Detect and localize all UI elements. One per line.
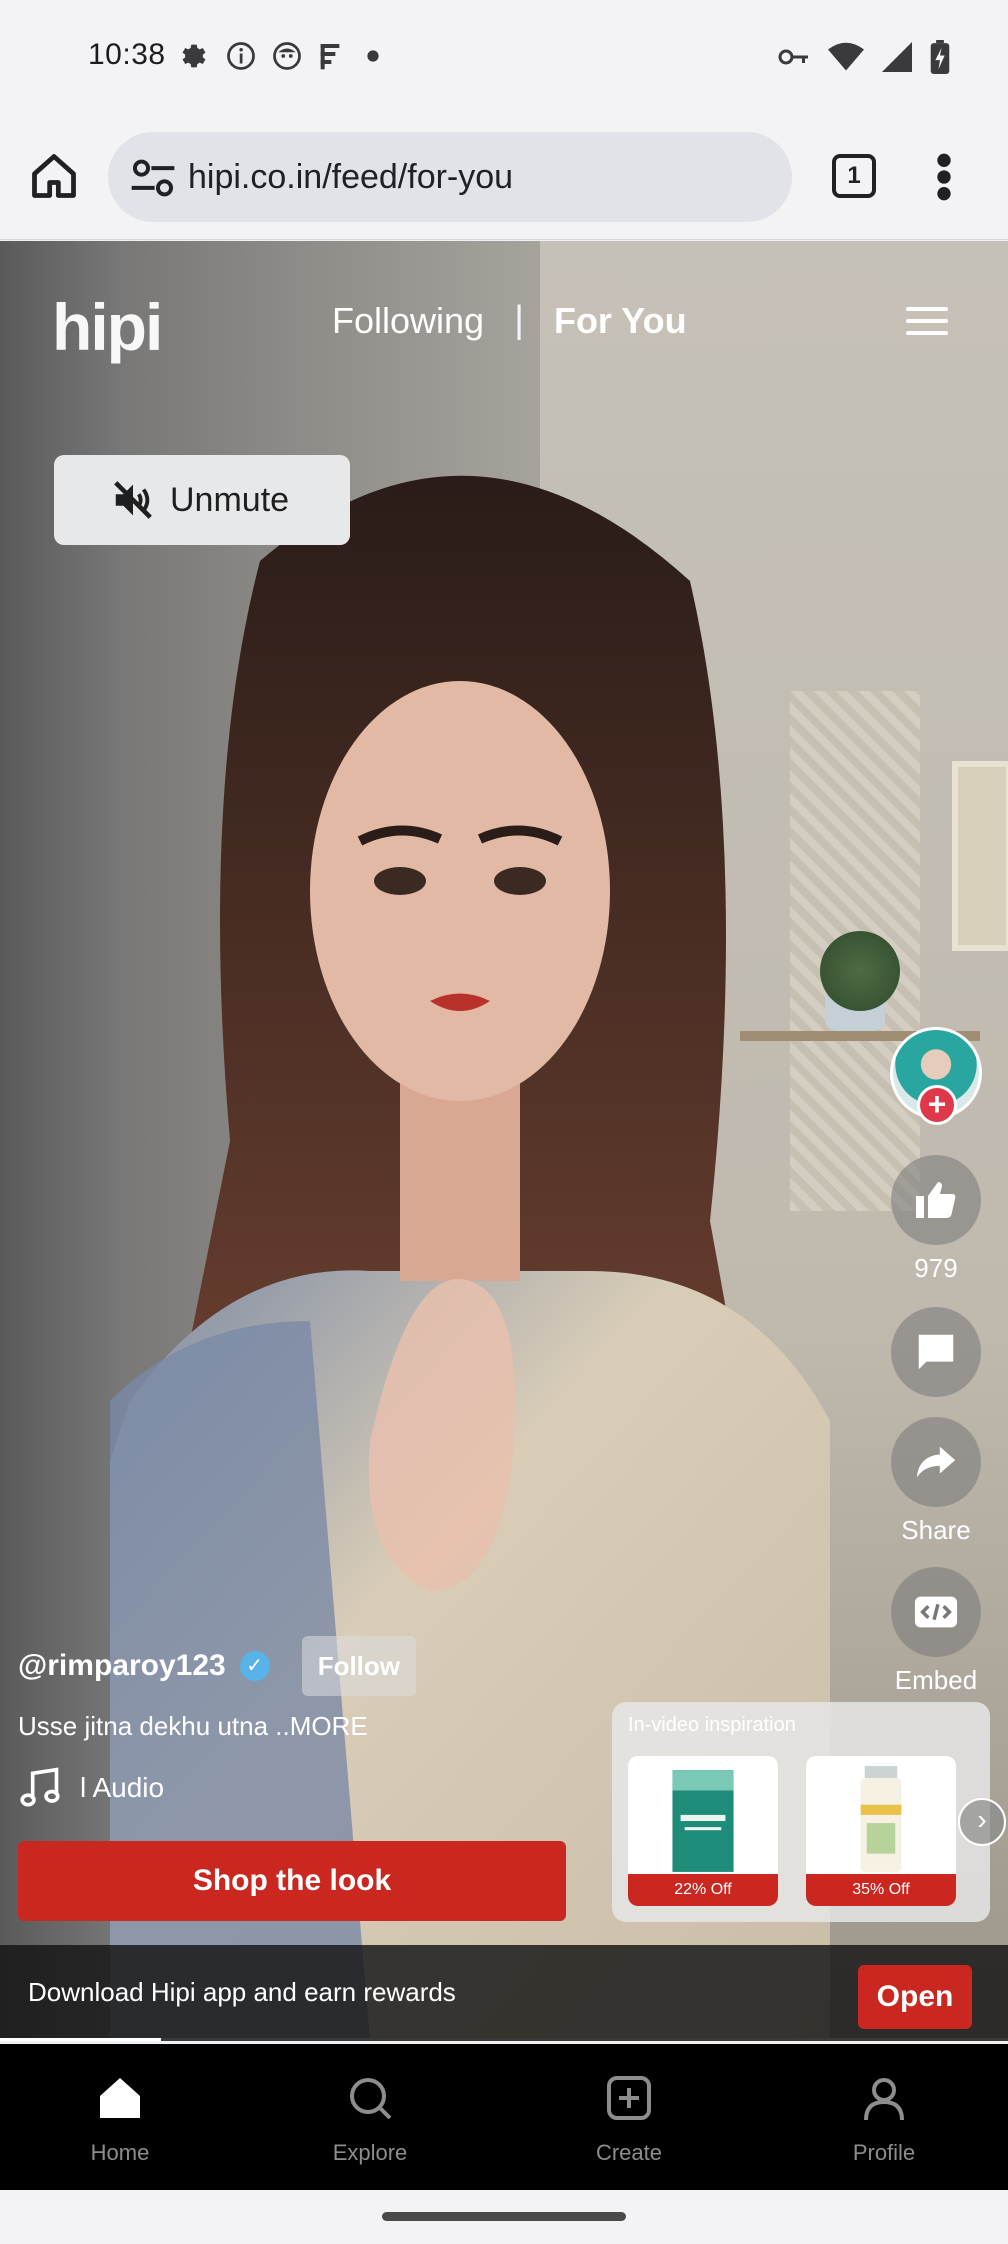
- like-action[interactable]: 979: [888, 1155, 984, 1284]
- thumbs-up-icon: [916, 1182, 956, 1218]
- menu-icon[interactable]: [906, 307, 948, 337]
- status-icons-left: [178, 40, 380, 72]
- battery-icon: [930, 40, 950, 74]
- url-text[interactable]: hipi.co.in/feed/for-you: [188, 158, 513, 197]
- verified-badge-icon: ✓: [239, 1651, 270, 1681]
- product-card[interactable]: 22% Off: [628, 1756, 778, 1906]
- audio-info[interactable]: l Audio: [18, 1766, 164, 1810]
- share-label: Share: [901, 1515, 971, 1545]
- in-video-inspiration-panel: In-video inspiration 22% Off 35% Off ›: [612, 1702, 1006, 1922]
- comment-icon: [918, 1334, 954, 1370]
- nav-profile[interactable]: Profile: [804, 2074, 964, 2166]
- video-plant-decor: [820, 931, 900, 1011]
- comment-action[interactable]: [888, 1307, 984, 1397]
- nav-home[interactable]: Home: [40, 2074, 200, 2166]
- wifi-icon: [828, 42, 864, 71]
- gesture-bar: [0, 2190, 1008, 2244]
- info-icon: [227, 42, 255, 70]
- status-icons-right: [778, 40, 950, 74]
- home-icon: [100, 2078, 140, 2118]
- address-bar[interactable]: hipi.co.in/feed/for-you: [108, 132, 792, 222]
- vpn-key-icon: [778, 49, 808, 65]
- embed-code-icon: [914, 1596, 958, 1628]
- inspiration-title: In-video inspiration: [628, 1714, 796, 1736]
- creator-handle[interactable]: @rimparoy123: [18, 1649, 226, 1683]
- nav-explore-label: Explore: [332, 2140, 408, 2165]
- nav-home-label: Home: [90, 2140, 150, 2165]
- status-time: 10:38: [88, 38, 166, 71]
- signal-bars-icon: [320, 44, 340, 70]
- download-app-banner: Download Hipi app and earn rewards Open: [0, 1945, 1008, 2041]
- like-count: 979: [914, 1253, 958, 1283]
- unmute-button[interactable]: Unmute: [54, 455, 350, 545]
- tab-separator: |: [514, 299, 524, 341]
- banner-text: Download Hipi app and earn rewards: [28, 1977, 456, 2007]
- site-settings-icon[interactable]: [130, 158, 176, 198]
- tab-following[interactable]: Following: [332, 300, 484, 342]
- product-image: [672, 1770, 734, 1872]
- product-card[interactable]: 35% Off: [806, 1756, 956, 1906]
- nav-profile-label: Profile: [852, 2140, 916, 2165]
- creator-info: @rimparoy123 ✓ Follow: [18, 1636, 417, 1696]
- nav-explore[interactable]: Explore: [290, 2074, 450, 2166]
- nav-create[interactable]: Create: [549, 2074, 709, 2166]
- share-button[interactable]: [891, 1417, 981, 1507]
- browser-toolbar: hipi.co.in/feed/for-you 1: [0, 120, 1008, 240]
- dot-icon: [367, 50, 379, 62]
- share-action[interactable]: Share: [888, 1417, 984, 1546]
- settings-icon: [182, 44, 206, 68]
- cellular-icon: [882, 42, 912, 72]
- nav-create-label: Create: [595, 2140, 663, 2165]
- gesture-handle[interactable]: [382, 2212, 626, 2221]
- embed-label: Embed: [894, 1665, 978, 1695]
- smile-icon: [273, 42, 301, 70]
- embed-button[interactable]: [891, 1567, 981, 1657]
- audio-label: l Audio: [80, 1772, 165, 1803]
- unmute-label: Unmute: [170, 480, 290, 519]
- product-image: [860, 1766, 902, 1872]
- comment-button[interactable]: [891, 1307, 981, 1397]
- home-button[interactable]: [28, 150, 80, 202]
- feed-tabs: Following | For You: [332, 299, 687, 342]
- like-button[interactable]: [891, 1155, 981, 1245]
- hipi-logo[interactable]: hipi: [52, 289, 163, 365]
- follow-plus-icon[interactable]: +: [917, 1085, 957, 1125]
- creator-avatar[interactable]: +: [890, 1027, 982, 1125]
- video-frame-decor: [952, 761, 1008, 951]
- product-discount-badge: 35% Off: [806, 1874, 956, 1906]
- tab-switcher-button[interactable]: 1: [832, 154, 876, 198]
- video-player[interactable]: hipi Following | For You Unmute + 979 Sh…: [0, 241, 1008, 2041]
- user-icon: [864, 2078, 904, 2121]
- status-bar: 10:38: [0, 0, 1008, 120]
- bottom-navigation: Home Explore Create Profile: [0, 2044, 1008, 2190]
- plus-square-icon: [607, 2076, 651, 2120]
- more-options-icon[interactable]: [934, 152, 954, 202]
- video-progress-fill: [0, 2038, 162, 2041]
- follow-button[interactable]: Follow: [301, 1636, 417, 1696]
- volume-off-icon: [114, 481, 152, 519]
- share-icon: [916, 1446, 956, 1478]
- search-icon: [350, 2078, 392, 2120]
- video-caption[interactable]: Usse jitna dekhu utna ..MORE: [18, 1711, 368, 1742]
- shop-the-look-button[interactable]: Shop the look: [18, 1841, 566, 1921]
- embed-action[interactable]: Embed: [888, 1567, 984, 1696]
- open-app-button[interactable]: Open: [858, 1965, 972, 2029]
- chevron-right-icon[interactable]: ›: [958, 1798, 1006, 1846]
- video-progress-bar[interactable]: [0, 2038, 1008, 2041]
- tab-for-you[interactable]: For You: [554, 300, 687, 342]
- music-note-icon: [20, 1767, 60, 1807]
- product-discount-badge: 22% Off: [628, 1874, 778, 1906]
